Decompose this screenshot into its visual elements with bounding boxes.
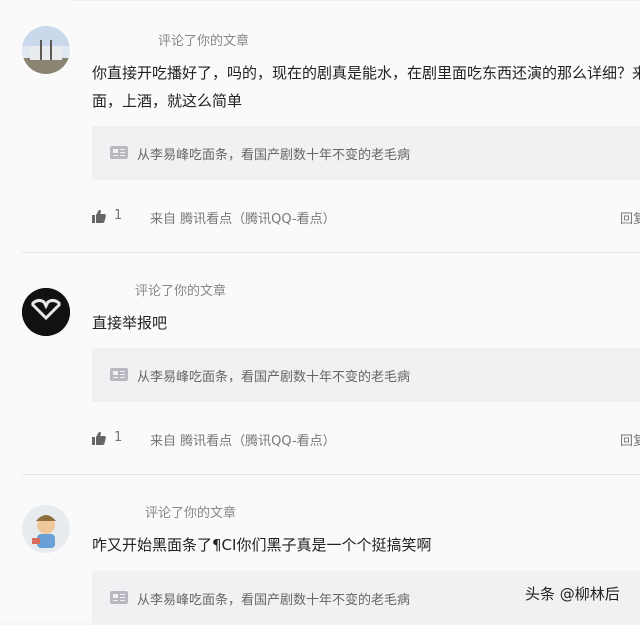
comment-text-line: 直接举报吧	[92, 314, 168, 332]
avatar[interactable]	[22, 288, 70, 336]
reply-button[interactable]: 回复	[620, 208, 640, 227]
comment-action-text: 评论了你的文章	[158, 34, 250, 49]
comment-source: 来自 腾讯看点（腾讯QQ-看点）	[150, 434, 336, 449]
comment-text-line: 面，上酒，就这么简单	[92, 92, 243, 110]
quoted-article[interactable]: 从李易峰吃面条，看国产剧数十年不变的老毛病	[92, 348, 640, 402]
like-button[interactable]: 1	[92, 430, 122, 445]
comment-text-line: 你直接开吃播好了，吗的，现在的剧真是能水，在剧里面吃东西还演的那么详细？来	[92, 64, 640, 82]
avatar-image-icon	[22, 26, 70, 74]
quoted-article-title: 从李易峰吃面条，看国产剧数十年不变的老毛病	[137, 593, 411, 608]
thumbs-up-icon	[92, 431, 106, 445]
avatar-cartoon-icon	[22, 505, 70, 553]
divider	[22, 474, 640, 475]
article-icon	[110, 368, 128, 381]
quoted-article-title: 从李易峰吃面条，看国产剧数十年不变的老毛病	[137, 148, 411, 163]
comment-action-text: 评论了你的文章	[135, 284, 227, 299]
comment-footer: 1 来自 腾讯看点（腾讯QQ-看点） 回复	[92, 430, 640, 450]
article-icon	[110, 146, 128, 159]
quoted-article[interactable]: 从李易峰吃面条，看国产剧数十年不变的老毛病	[92, 126, 640, 180]
divider	[22, 252, 640, 253]
avatar-hands-heart-icon	[22, 288, 70, 336]
top-divider	[70, 0, 640, 1]
like-button[interactable]: 1	[92, 208, 122, 223]
comment-source: 来自 腾讯看点（腾讯QQ-看点）	[150, 212, 336, 227]
avatar[interactable]	[22, 505, 70, 553]
avatar[interactable]	[22, 26, 70, 74]
comment-footer: 1 来自 腾讯看点（腾讯QQ-看点） 回复	[92, 208, 640, 228]
reply-button[interactable]: 回复	[620, 430, 640, 449]
like-count: 1	[114, 430, 123, 445]
watermark: 头条 @柳林后	[525, 585, 620, 603]
like-count: 1	[114, 208, 123, 223]
article-icon	[110, 591, 128, 604]
comment-action-text: 评论了你的文章	[145, 506, 237, 521]
notification-panel: 评论了你的文章 你直接开吃播好了，吗的，现在的剧真是能水，在剧里面吃东西还演的那…	[0, 0, 640, 625]
quoted-article-title: 从李易峰吃面条，看国产剧数十年不变的老毛病	[137, 370, 411, 385]
comment-text-line: 咋又开始黑面条了¶CI你们黑子真是一个个挺搞笑啊	[92, 536, 432, 554]
thumbs-up-icon	[92, 209, 106, 223]
